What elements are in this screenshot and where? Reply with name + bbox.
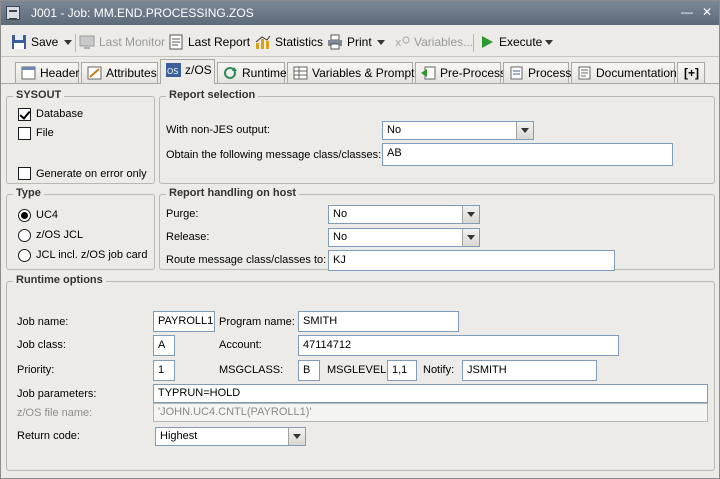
msglevel-input[interactable]: 1,1 — [387, 360, 417, 381]
report-selection-group: Report selection With non-JES output: No… — [159, 89, 715, 184]
tab-variables-prompts[interactable]: Variables & Prompts — [287, 62, 421, 83]
tab-zos[interactable]: OS z/OS — [160, 59, 215, 84]
tab-documentation[interactable]: Documentation — [571, 62, 677, 83]
window-title: J001 - Job: MM.END.PROCESSING.ZOS — [31, 6, 254, 20]
msgclass-label: MSGCLASS: — [219, 364, 284, 376]
msglevel-label: MSGLEVEL: — [327, 364, 390, 376]
sysout-group: SYSOUT Database File Generate on error o… — [6, 89, 155, 184]
printer-icon — [328, 34, 342, 50]
job-class-input[interactable]: A — [153, 335, 175, 356]
report-icon — [169, 34, 183, 50]
return-code-label: Return code: — [17, 430, 80, 442]
print-dropdown-arrow[interactable] — [377, 40, 385, 45]
generate-on-error-checkbox[interactable] — [18, 167, 31, 180]
type-group: Type UC4 z/OS JCL JCL incl. z/OS job car… — [6, 187, 155, 270]
notify-input[interactable]: JSMITH — [462, 360, 597, 381]
type-option-zos-jcl: z/OS JCL — [36, 229, 84, 241]
message-class-input[interactable]: AB — [382, 143, 673, 166]
chevron-down-icon[interactable] — [462, 229, 479, 246]
release-label: Release: — [166, 231, 210, 243]
minimize-button[interactable]: — — [678, 4, 696, 21]
tab-process[interactable]: Process — [503, 62, 571, 83]
runtime-options-title: Runtime options — [13, 274, 106, 286]
chevron-down-icon[interactable] — [462, 206, 479, 223]
process-icon — [510, 66, 523, 80]
pre-process-icon — [421, 66, 436, 80]
notify-label: Notify: — [423, 364, 455, 376]
svg-text:x: x — [395, 36, 402, 49]
zos-file-name-label: z/OS file name: — [17, 407, 93, 419]
chevron-down-icon[interactable] — [516, 122, 533, 139]
type-option-jcl-job-card: JCL incl. z/OS job card — [36, 249, 148, 261]
msgclass-input[interactable]: B — [298, 360, 320, 381]
return-code-select[interactable]: Highest — [155, 427, 306, 446]
svg-text:OS: OS — [167, 67, 178, 76]
route-input[interactable]: KJ — [328, 250, 615, 271]
priority-input[interactable]: 1 — [153, 360, 175, 381]
attributes-icon — [87, 66, 102, 80]
toolbar-separator — [473, 34, 474, 52]
header-icon — [21, 66, 36, 80]
title-bar: J001 - Job: MM.END.PROCESSING.ZOS — ✕ — [1, 1, 719, 25]
job-parameters-input[interactable]: TYPRUN=HOLD — [153, 384, 708, 403]
documentation-icon — [578, 66, 591, 80]
program-name-label: Program name: — [219, 316, 295, 328]
job-class-label: Job class: — [17, 339, 66, 351]
floppy-disk-icon — [12, 35, 26, 49]
runtime-icon — [224, 67, 237, 79]
generate-on-error-label: Generate on error only — [36, 168, 147, 180]
job-name-input[interactable]: PAYROLL1 — [153, 311, 215, 332]
chevron-down-icon[interactable] — [288, 428, 305, 445]
zos-icon: OS — [166, 63, 181, 77]
account-input[interactable]: 47114712 — [298, 335, 619, 356]
report-handling-title: Report handling on host — [166, 187, 300, 199]
job-icon — [6, 6, 20, 20]
tab-strip: Header Attributes OS z/OS Runtime Variab… — [1, 59, 719, 84]
runtime-options-group: Runtime options Job name: PAYROLL1 Progr… — [6, 274, 715, 471]
job-parameters-label: Job parameters: — [17, 388, 97, 400]
toolbar: Save Last Monitor Last Report Statistics… — [1, 27, 719, 57]
message-class-label: Obtain the following message class/class… — [166, 149, 382, 161]
priority-label: Priority: — [17, 364, 55, 376]
tab-attributes[interactable]: Attributes — [81, 62, 158, 83]
non-jes-select[interactable]: No — [382, 121, 534, 140]
tab-pre-process[interactable]: Pre-Process — [415, 62, 506, 83]
zos-file-name-input[interactable]: 'JOHN.UC4.CNTL(PAYROLL1)' — [153, 403, 708, 422]
type-radio-uc4[interactable] — [18, 209, 31, 222]
job-name-label: Job name: — [17, 316, 69, 328]
file-label: File — [36, 127, 54, 139]
non-jes-label: With non-JES output: — [166, 124, 270, 136]
report-handling-group: Report handling on host Purge: No Releas… — [159, 187, 715, 271]
close-button[interactable]: ✕ — [698, 4, 716, 21]
type-radio-zos-jcl[interactable] — [18, 229, 31, 242]
report-selection-title: Report selection — [166, 89, 259, 101]
play-icon — [482, 36, 493, 48]
route-label: Route message class/classes to: — [166, 254, 327, 266]
variables-icon: x — [395, 36, 410, 49]
type-radio-jcl-job-card[interactable] — [18, 249, 31, 262]
database-checkbox[interactable] — [18, 108, 31, 121]
tab-header[interactable]: Header — [15, 62, 79, 83]
purge-select[interactable]: No — [328, 205, 480, 224]
purge-label: Purge: — [166, 208, 199, 220]
type-option-uc4: UC4 — [36, 209, 59, 221]
save-dropdown-arrow[interactable] — [64, 40, 72, 45]
database-label: Database — [36, 108, 84, 120]
job-window: J001 - Job: MM.END.PROCESSING.ZOS — ✕ Sa… — [0, 0, 720, 479]
file-checkbox[interactable] — [18, 127, 31, 140]
tab-runtime[interactable]: Runtime — [217, 62, 287, 83]
tab-divider — [1, 83, 719, 84]
type-title: Type — [13, 187, 44, 199]
table-icon — [293, 66, 308, 80]
execute-dropdown-arrow[interactable] — [545, 40, 553, 45]
sysout-title: SYSOUT — [13, 89, 65, 101]
toolbar-separator — [75, 34, 76, 52]
release-select[interactable]: No — [328, 228, 480, 247]
tab-add[interactable]: [+] — [677, 62, 705, 83]
chart-icon — [255, 35, 271, 49]
account-label: Account: — [219, 339, 262, 351]
program-name-input[interactable]: SMITH — [298, 311, 459, 332]
monitor-icon — [79, 35, 95, 49]
